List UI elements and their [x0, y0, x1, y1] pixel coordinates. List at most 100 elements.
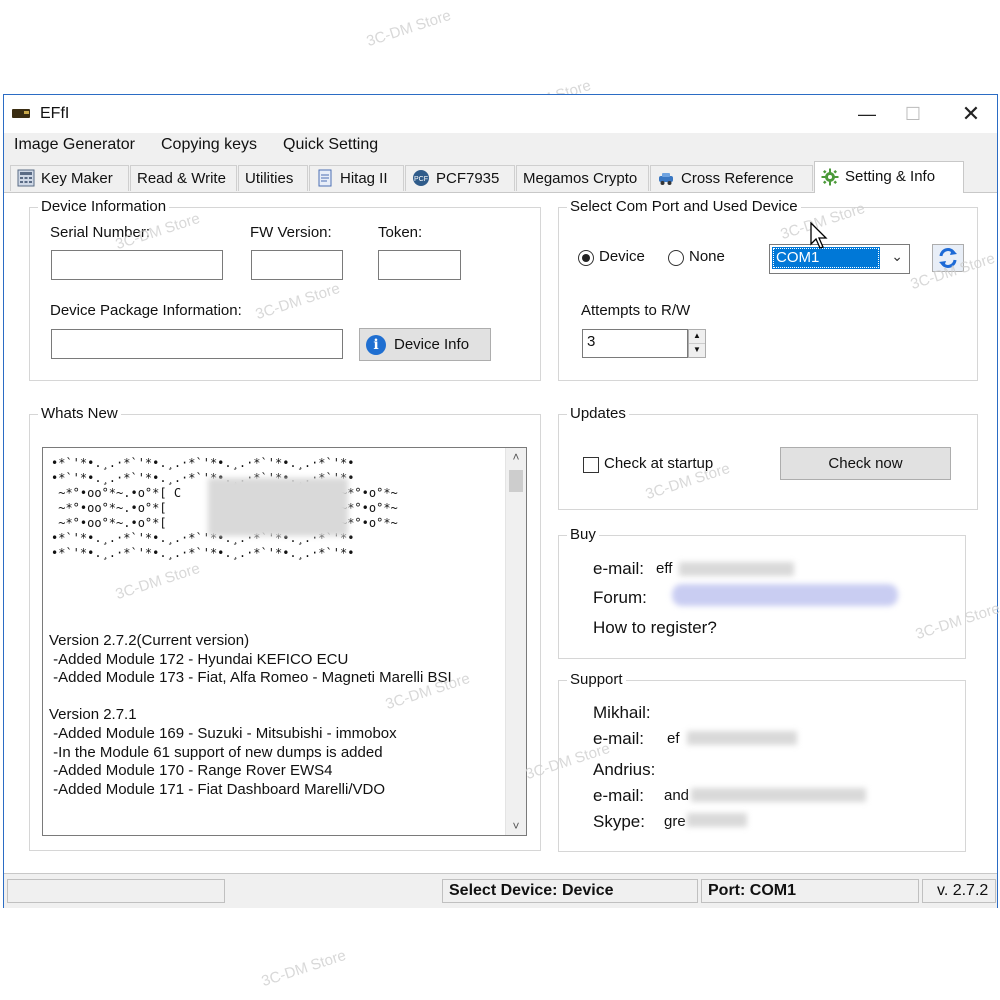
tab-label: Cross Reference	[681, 170, 794, 187]
skype-value[interactable]: gre	[664, 813, 686, 830]
chevron-down-icon[interactable]: ˅	[506, 819, 526, 833]
tab-utilities[interactable]: Utilities	[238, 165, 308, 191]
buy-group: Buy e-mail: eff Forum: How to register?	[558, 526, 966, 659]
minimize-button[interactable]: —	[844, 95, 890, 133]
scrollbar-thumb[interactable]	[509, 470, 523, 492]
serial-number-field[interactable]	[51, 250, 223, 280]
support-group: Support Mikhail: e-mail: ef Andrius: e-m…	[558, 671, 966, 852]
menu-bar: Image Generator Copying keys Quick Setti…	[4, 133, 997, 159]
window-title: EFfI	[40, 105, 70, 122]
check-at-startup-label: Check at startup	[604, 455, 714, 472]
redacted-text	[687, 731, 797, 745]
tab-label: Utilities	[245, 170, 294, 187]
attempts-field[interactable]: 3	[582, 329, 688, 358]
refresh-ports-button[interactable]	[932, 244, 964, 272]
redacted-text	[691, 788, 866, 802]
token-field[interactable]	[378, 250, 461, 280]
group-label: Device Information	[38, 198, 170, 215]
buy-email-label: e-mail:	[593, 559, 645, 578]
tab-label: Key Maker	[41, 170, 113, 187]
device-radio[interactable]	[578, 250, 594, 266]
token-label: Token:	[378, 224, 423, 241]
status-select-device: Select Device: Device	[442, 879, 698, 903]
fw-version-field[interactable]	[251, 250, 343, 280]
fw-version-label: FW Version:	[250, 224, 332, 241]
gear-icon	[821, 167, 839, 186]
menu-image-generator[interactable]: Image Generator	[14, 136, 135, 154]
tab-read-write[interactable]: Read & Write	[130, 165, 237, 191]
whats-new-textbox[interactable]: •*`'*•.¸.·*`'*•.¸.·*`'*•.¸.·*`'*•.¸.·*`'…	[42, 447, 527, 836]
menu-quick-setting[interactable]: Quick Setting	[283, 136, 378, 154]
whats-new-group: Whats New •*`'*•.¸.·*`'*•.¸.·*`'*•.¸.·*`…	[29, 405, 541, 851]
document-icon	[316, 169, 334, 187]
group-label: Updates	[567, 405, 629, 422]
car-icon	[657, 169, 675, 187]
support-email-label: e-mail:	[593, 729, 645, 748]
tab-label: Read & Write	[137, 170, 226, 187]
chevron-up-icon[interactable]: ˄	[506, 450, 526, 464]
vertical-scrollbar[interactable]: ˄ ˅	[505, 448, 526, 835]
status-version: v. 2.7.2	[922, 879, 996, 903]
tab-label: Setting & Info	[845, 168, 936, 185]
group-label: Whats New	[38, 405, 121, 422]
release-notes: Version 2.7.2(Current version) -Added Mo…	[49, 632, 452, 798]
support-email2-value[interactable]: and	[664, 787, 689, 804]
support-name-mikhail: Mikhail:	[593, 703, 651, 722]
forum-label: Forum:	[593, 588, 647, 607]
tab-pcf7935[interactable]: PCF PCF7935	[405, 165, 515, 191]
watermark: 3C-DM Store	[364, 6, 454, 51]
app-window: EFfI — ☐ ✕ Image Generator Copying keys …	[3, 94, 1000, 908]
app-logo-icon	[12, 109, 30, 118]
tab-cross-reference[interactable]: Cross Reference	[650, 165, 813, 191]
spin-up-icon[interactable]: ▲	[689, 330, 705, 344]
tab-label: PCF7935	[436, 170, 500, 187]
tab-label: Megamos Crypto	[523, 170, 638, 187]
support-name-andrius: Andrius:	[593, 760, 656, 779]
com-port-selected: COM1	[772, 247, 880, 269]
group-label: Buy	[567, 526, 599, 543]
setting-info-panel: Device Information Serial Number: FW Ver…	[4, 192, 1000, 873]
redacted-text	[208, 478, 348, 536]
check-at-startup-checkbox[interactable]	[583, 457, 599, 473]
menu-copying-keys[interactable]: Copying keys	[161, 136, 257, 154]
tab-key-maker[interactable]: Key Maker	[10, 165, 129, 191]
group-label: Support	[567, 671, 626, 688]
support-email1-value[interactable]: ef	[667, 730, 680, 747]
check-now-button[interactable]: Check now	[780, 447, 951, 480]
redacted-text	[679, 562, 794, 576]
support-email-label: e-mail:	[593, 786, 645, 805]
none-radio-label: None	[689, 248, 725, 265]
tab-label: Hitag II	[340, 170, 388, 187]
com-port-select[interactable]: COM1 ⌄	[769, 244, 910, 274]
maximize-button[interactable]: ☐	[890, 95, 936, 133]
com-port-group: Select Com Port and Used Device Device N…	[558, 198, 978, 381]
close-button[interactable]: ✕	[948, 95, 994, 133]
tab-hitag-ii[interactable]: Hitag II	[309, 165, 404, 191]
device-information-group: Device Information Serial Number: FW Ver…	[29, 198, 541, 381]
device-info-button-label: Device Info	[394, 336, 470, 353]
device-info-button[interactable]: i Device Info	[359, 328, 491, 361]
tab-setting-info[interactable]: Setting & Info	[814, 161, 964, 193]
skype-label: Skype:	[593, 812, 645, 831]
redacted-text	[687, 813, 747, 827]
title-bar: EFfI — ☐ ✕	[4, 95, 997, 133]
status-progress	[7, 879, 225, 903]
info-icon: i	[366, 335, 386, 355]
calculator-icon	[17, 169, 35, 187]
updates-group: Updates Check at startup Check now	[558, 405, 978, 510]
status-bar: Select Device: Device Port: COM1 v. 2.7.…	[4, 873, 997, 908]
refresh-icon	[939, 248, 957, 268]
redacted-link[interactable]	[672, 584, 898, 606]
device-package-label: Device Package Information:	[50, 302, 242, 319]
attempts-spinner[interactable]: ▲ ▼	[688, 329, 706, 358]
how-to-register-link[interactable]: How to register?	[593, 618, 717, 638]
mouse-cursor-icon	[810, 222, 828, 249]
status-port: Port: COM1	[701, 879, 919, 903]
device-package-field[interactable]	[51, 329, 343, 359]
buy-email-value[interactable]: eff	[656, 560, 672, 577]
none-radio[interactable]	[668, 250, 684, 266]
tab-megamos-crypto[interactable]: Megamos Crypto	[516, 165, 649, 191]
attempts-label: Attempts to R/W	[581, 302, 691, 319]
spin-down-icon[interactable]: ▼	[689, 344, 705, 358]
serial-number-label: Serial Number:	[50, 224, 151, 241]
